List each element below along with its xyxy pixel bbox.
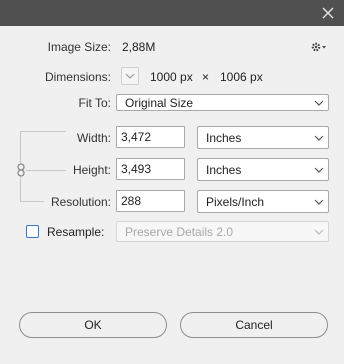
title-bar: [0, 0, 344, 26]
height-input[interactable]: [116, 158, 185, 180]
close-icon: [322, 7, 334, 19]
chevron-down-icon: [314, 167, 324, 173]
chevron-down-icon: [314, 100, 324, 106]
dimensions-label: Dimensions:: [44, 70, 111, 84]
constrain-proportions-toggle[interactable]: [16, 163, 26, 177]
chevron-down-icon: [314, 199, 324, 205]
height-unit-value: Inches: [206, 162, 242, 177]
settings-menu-button[interactable]: [310, 40, 328, 54]
resample-method-select[interactable]: Preserve Details 2.0: [116, 221, 329, 242]
link-icon: [17, 163, 25, 177]
ok-button[interactable]: OK: [19, 312, 167, 338]
chevron-down-icon: [314, 229, 324, 235]
resample-method-value: Preserve Details 2.0: [125, 224, 234, 239]
height-label: Height:: [72, 163, 111, 177]
width-unit-select[interactable]: Inches: [197, 126, 329, 149]
resolution-label: Resolution:: [50, 195, 111, 209]
gear-icon: [311, 42, 326, 52]
resample-checkbox[interactable]: [26, 225, 39, 238]
fit-to-value: Original Size: [125, 95, 194, 110]
cancel-button[interactable]: Cancel: [180, 312, 328, 338]
fit-to-label: Fit To:: [78, 96, 111, 110]
height-unit-select[interactable]: Inches: [197, 158, 329, 181]
resolution-unit-value: Pixels/Inch: [206, 194, 265, 209]
image-size-value: 2,88M: [122, 40, 156, 54]
fit-to-select[interactable]: Original Size: [116, 94, 329, 111]
close-button[interactable]: [318, 3, 338, 23]
dimensions-units-dropdown[interactable]: [121, 67, 139, 85]
resolution-unit-select[interactable]: Pixels/Inch: [197, 190, 329, 213]
chevron-down-icon: [314, 135, 324, 141]
dimensions-height: 1006 px: [220, 70, 263, 84]
width-unit-value: Inches: [206, 130, 242, 145]
resample-label: Resample:: [47, 225, 105, 239]
width-input[interactable]: [116, 126, 185, 148]
dimensions-width: 1000 px: [150, 70, 193, 84]
chevron-down-icon: [125, 73, 135, 79]
dimensions-times: ×: [202, 70, 210, 84]
width-label: Width:: [76, 131, 111, 145]
resolution-input[interactable]: [116, 190, 185, 212]
image-size-label: Image Size:: [47, 40, 111, 54]
